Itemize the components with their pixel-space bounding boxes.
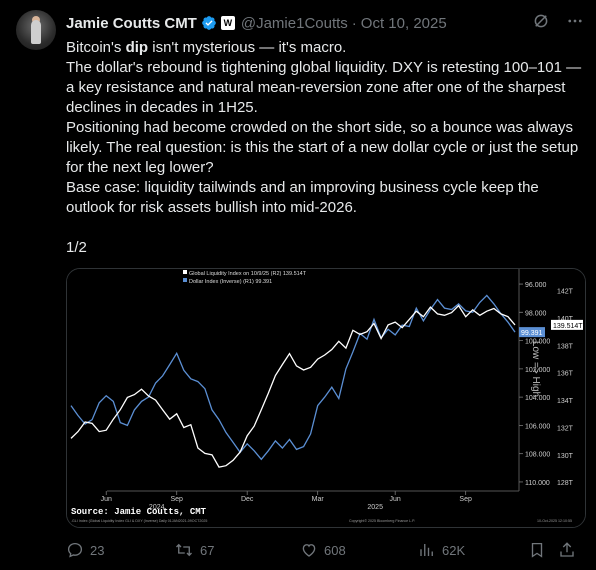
chart-footer-right: 10-Oct-2025 12:10:55 bbox=[537, 519, 572, 523]
repost-button[interactable]: 67 bbox=[174, 541, 300, 559]
views-count: 62K bbox=[442, 542, 466, 558]
x-tick-label: Mar bbox=[312, 496, 325, 503]
like-count: 608 bbox=[324, 542, 346, 558]
like-button[interactable]: 608 bbox=[300, 541, 418, 559]
share-icon bbox=[560, 542, 574, 557]
post-date[interactable]: Oct 10, 2025 bbox=[361, 15, 447, 32]
tweet-paragraph-2: The dollar's rebound is tightening globa… bbox=[66, 59, 582, 116]
dxy-tick-label: 106.000 bbox=[525, 423, 550, 430]
x-tick-label: Jun bbox=[101, 496, 112, 503]
avatar[interactable] bbox=[16, 10, 56, 50]
grok-icon[interactable] bbox=[532, 12, 550, 30]
top-right-actions bbox=[532, 12, 584, 30]
reply-count: 23 bbox=[90, 542, 105, 558]
x-tick-label: Dec bbox=[241, 496, 254, 503]
year-label: 2025 bbox=[367, 504, 383, 511]
tweet-text: Bitcoin's dip isn't mysterious — it's ma… bbox=[66, 38, 586, 258]
more-options-icon[interactable] bbox=[566, 12, 584, 30]
bold-word: dip bbox=[125, 39, 149, 56]
chart-image[interactable]: Global Liquidity Index on 10/9/25 (R2) 1… bbox=[66, 268, 586, 528]
chart-source: Source: Jamie Coutts, CMT bbox=[71, 507, 207, 517]
share-button[interactable] bbox=[558, 541, 584, 559]
dxy-tick-label: 108.000 bbox=[525, 452, 550, 459]
author-name[interactable]: Jamie Coutts CMT bbox=[66, 15, 197, 32]
author-handle[interactable]: @Jamie1Coutts bbox=[241, 15, 348, 32]
thread-marker: 1/2 bbox=[66, 239, 87, 256]
repost-icon bbox=[176, 543, 192, 557]
verified-badge-icon bbox=[202, 16, 216, 30]
legend-gli: Global Liquidity Index on 10/9/25 (R2) 1… bbox=[189, 271, 307, 277]
bookmark-icon bbox=[531, 542, 543, 558]
liquidity-dxy-chart: Global Liquidity Index on 10/9/25 (R2) 1… bbox=[67, 269, 585, 527]
gli-tick-label: 128T bbox=[557, 480, 574, 487]
axis-note: Low => High bbox=[530, 341, 541, 397]
gli-tick-label: 138T bbox=[557, 343, 574, 350]
tweet-header: Jamie Coutts CMT W @Jamie1Coutts · Oct 1… bbox=[66, 13, 447, 33]
gli-tick-label: 130T bbox=[557, 453, 574, 460]
heart-icon bbox=[302, 544, 316, 557]
gli-tick-label: 136T bbox=[557, 371, 574, 378]
gli-tick-label: 132T bbox=[557, 425, 574, 432]
reply-icon bbox=[67, 542, 83, 558]
dxy-last-value: 99.391 bbox=[521, 330, 543, 337]
gli-tick-label: 134T bbox=[557, 398, 574, 405]
views-button[interactable]: 62K bbox=[418, 541, 528, 559]
tweet-paragraph-4: Base case: liquidity tailwinds and an im… bbox=[66, 179, 539, 216]
gli-tick-label: 142T bbox=[557, 289, 574, 296]
tweet-paragraph-3: Positioning had become crowded on the sh… bbox=[66, 119, 579, 176]
chart-footer-mid: Copyright© 2025 Bloomberg Finance L.P. bbox=[349, 519, 415, 523]
legend-dxy: Dollar Index (Inverse) (R1) 99.391 bbox=[189, 279, 272, 285]
gli-last-value: 139.514T bbox=[553, 323, 583, 330]
x-tick-label: Jun bbox=[390, 496, 401, 503]
dxy-tick-label: 110.000 bbox=[525, 480, 550, 487]
views-icon bbox=[420, 544, 433, 556]
repost-count: 67 bbox=[200, 542, 215, 558]
chart-footer-left: .GLI Index (Global Liquidity Index GLI &… bbox=[71, 519, 207, 523]
x-tick-label: Sep bbox=[459, 496, 472, 503]
tweet-card[interactable]: Jamie Coutts CMT W @Jamie1Coutts · Oct 1… bbox=[0, 0, 596, 570]
dxy-tick-label: 96.000 bbox=[525, 282, 547, 289]
affiliate-badge-icon: W bbox=[220, 16, 235, 30]
action-bar: 23 67 608 62K bbox=[66, 538, 586, 562]
dxy-tick-label: 98.000 bbox=[525, 310, 547, 317]
reply-button[interactable]: 23 bbox=[66, 541, 174, 559]
bookmark-button[interactable] bbox=[528, 541, 558, 559]
tweet-line-1: Bitcoin's dip isn't mysterious — it's ma… bbox=[66, 39, 347, 56]
separator-dot: · bbox=[351, 14, 357, 32]
x-tick-label: Sep bbox=[170, 496, 183, 503]
